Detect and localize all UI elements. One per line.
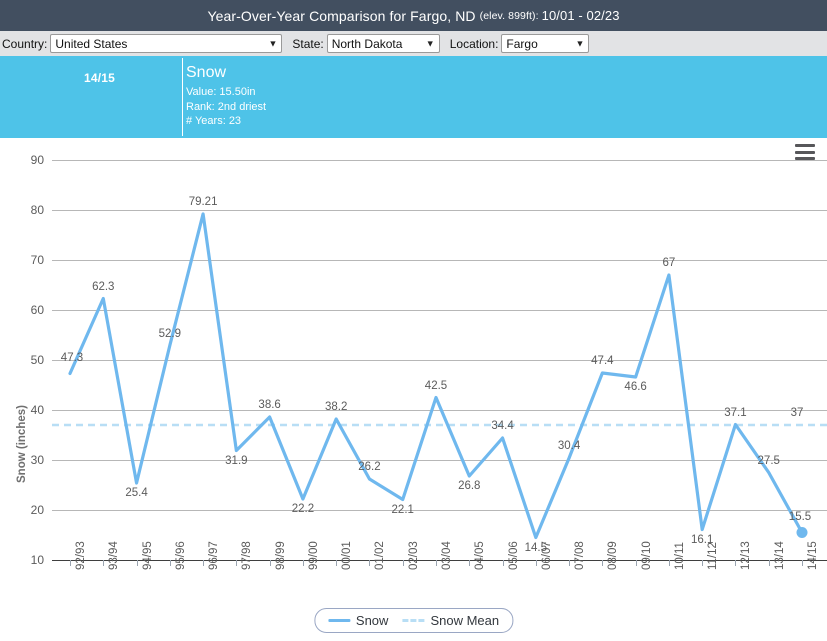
tooltip-rank: Rank: 2nd driest	[186, 100, 267, 113]
data-point-label: 22.2	[291, 503, 315, 515]
tooltip-divider	[182, 58, 183, 136]
data-point-label: 38.2	[324, 401, 348, 413]
elevation-note: (elev. 899ft):	[479, 9, 539, 22]
data-point-label: 15.5	[788, 510, 812, 523]
hover-category-label: 14/15	[84, 71, 116, 85]
mean-value-label: 37	[790, 407, 804, 419]
state-label: State:	[292, 36, 324, 51]
state-select-wrapper[interactable]: North Dakota ▼	[326, 34, 440, 53]
legend-item-snow-mean[interactable]: Snow Mean	[402, 613, 499, 628]
hover-highlight-band	[0, 56, 827, 138]
data-point-label: 25.4	[125, 487, 148, 499]
data-point-label: 26.2	[358, 461, 381, 473]
data-point-label: 62.3	[92, 280, 115, 293]
tooltip-years: # Years: 23	[186, 114, 242, 127]
data-point-label: 22.1	[391, 503, 414, 516]
data-point-label: 52.9	[158, 327, 182, 340]
data-point-label: 14.5	[524, 541, 548, 554]
tooltip-value: Value: 15.50in	[186, 86, 256, 99]
country-select-wrapper[interactable]: United States ▼	[50, 34, 283, 53]
date-range: 10/01 - 02/23	[541, 8, 620, 23]
highlighted-data-point[interactable]	[796, 527, 808, 538]
data-point-label: 31.9	[225, 454, 248, 467]
chart-tooltip: Snow Value: 15.50in Rank: 2nd driest # Y…	[186, 63, 266, 128]
data-point-label: 79.21	[188, 195, 218, 208]
filter-controls-bar: Country: United States ▼ State: North Da…	[0, 31, 827, 56]
legend-label-snow: Snow	[355, 613, 389, 628]
data-point-label: 42.5	[424, 379, 448, 392]
snow-series-line	[68, 212, 804, 540]
data-point-label: 37.1	[724, 406, 747, 419]
legend-item-snow[interactable]: Snow	[327, 613, 389, 628]
data-point-label: 34.4	[491, 420, 514, 432]
data-point-label: 27.5	[757, 454, 780, 467]
location-label: Location:	[449, 36, 499, 51]
window-title-bar: Year-Over-Year Comparison for Fargo, ND …	[0, 0, 827, 31]
chart-container: Snow (inches) 10 20 30 40 50 60 70 80 90 92/93 93…	[0, 138, 827, 641]
plot-svg	[52, 212, 827, 540]
data-point-label: 26.8	[458, 480, 481, 492]
data-point-label: 67	[662, 257, 676, 269]
tooltip-title: Snow	[186, 64, 227, 81]
legend-line-icon	[327, 619, 350, 622]
location-select-wrapper[interactable]: Fargo ▼	[501, 34, 590, 53]
legend-label-snow-mean: Snow Mean	[430, 613, 500, 628]
chart-legend: Snow Snow Mean	[313, 608, 514, 633]
data-point-label: 38.6	[258, 399, 281, 411]
data-point-label: 47.3	[60, 351, 84, 364]
legend-dashed-line-icon	[402, 619, 425, 622]
data-point-label: 30.4	[557, 440, 581, 452]
data-point-label: 16.1	[690, 533, 714, 546]
data-point-label: 47.4	[591, 355, 614, 367]
country-label: Country:	[2, 36, 48, 51]
location-select[interactable]: Fargo	[501, 34, 590, 53]
page-title: Year-Over-Year Comparison for Fargo, ND	[207, 7, 476, 24]
data-point-label: 46.6	[624, 381, 647, 393]
country-select[interactable]: United States	[50, 34, 283, 53]
state-select[interactable]: North Dakota	[326, 34, 440, 53]
